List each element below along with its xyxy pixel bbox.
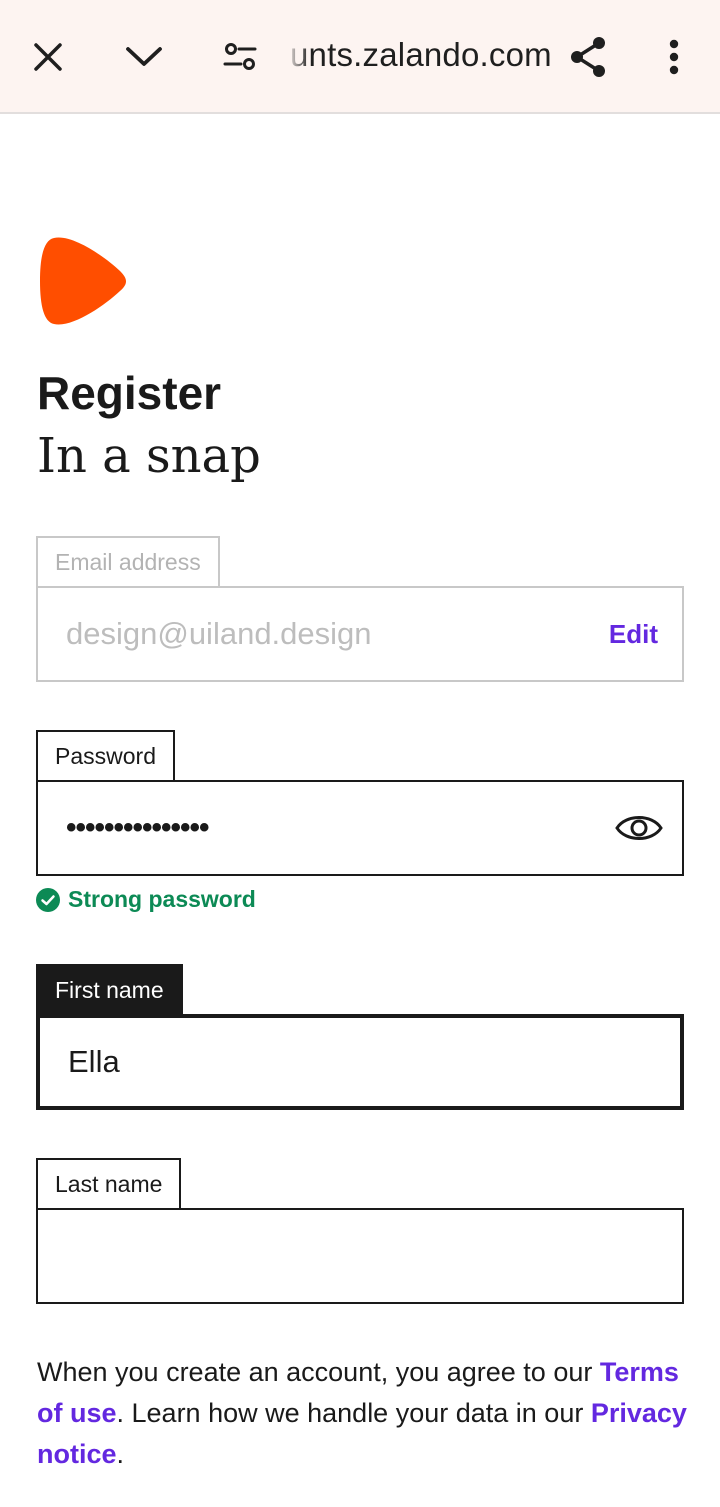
password-value: ••••••••••••••• <box>66 811 210 844</box>
tune-icon[interactable] <box>220 37 260 77</box>
legal-notice: When you create an account, you agree to… <box>37 1352 687 1475</box>
password-label: Password <box>36 730 175 782</box>
browser-toolbar: unts.zalando.com <box>0 0 720 114</box>
share-icon[interactable] <box>566 33 610 81</box>
page-subtitle: In a snap <box>37 428 261 484</box>
password-strength-text: Strong password <box>68 886 256 912</box>
email-label: Email address <box>36 536 220 588</box>
legal-prefix: When you create an account, you agree to… <box>37 1357 600 1387</box>
email-value: design@uiland.design <box>66 616 372 651</box>
show-password-icon[interactable] <box>614 808 664 853</box>
email-field: design@uiland.design Edit <box>36 586 684 682</box>
last-name-label: Last name <box>36 1158 182 1210</box>
close-icon[interactable] <box>28 37 68 77</box>
edit-email-button[interactable]: Edit <box>609 588 658 680</box>
legal-middle: . Learn how we handle your data in our <box>116 1398 591 1428</box>
url-fade <box>286 30 310 80</box>
password-strength: Strong password <box>36 886 256 913</box>
page-title: Register <box>37 367 222 419</box>
first-name-label: First name <box>36 964 183 1016</box>
last-name-field[interactable] <box>36 1208 684 1304</box>
password-field[interactable]: ••••••••••••••• <box>36 780 684 876</box>
check-circle-icon <box>36 887 60 912</box>
zalando-logo <box>40 236 126 331</box>
first-name-value: Ella <box>68 1044 120 1079</box>
more-vert-icon[interactable] <box>658 37 690 77</box>
first-name-field[interactable]: Ella <box>36 1014 684 1110</box>
legal-suffix: . <box>116 1439 125 1469</box>
address-bar-url[interactable]: unts.zalando.com <box>290 36 552 74</box>
chevron-down-icon[interactable] <box>122 37 166 77</box>
